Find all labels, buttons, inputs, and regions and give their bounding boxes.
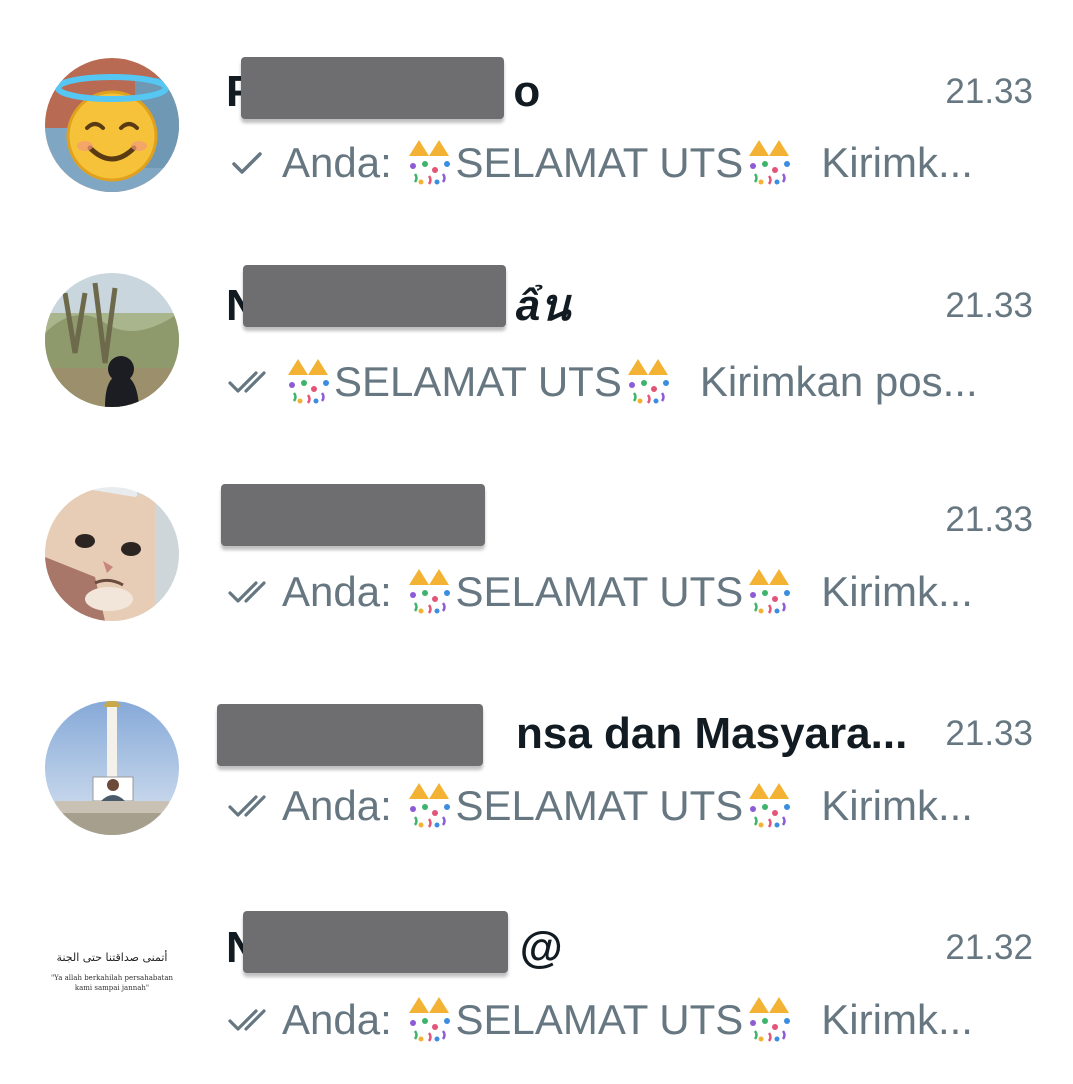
chat-time: 21.33 [945, 72, 1033, 111]
avatar-caption-line1: "Ya allah berkahilah persahabatan [50, 974, 174, 982]
avatar-caption-line2: kami sampai jannah" [74, 984, 150, 992]
avatar-arabic-text: أتمنى صداقتنا حتى الجنة [56, 951, 168, 964]
chat-row[interactable]: أتمنى صداقتنا حتى الجنة "Ya allah berkah… [0, 856, 1073, 1070]
monument-avatar-image [45, 701, 179, 835]
avatar[interactable] [45, 58, 179, 192]
landscape-avatar-image [45, 273, 179, 407]
confetti-popper-icon [743, 138, 795, 188]
sender-label: Anda: [282, 568, 392, 615]
message-text: SELAMAT UTS [455, 996, 744, 1043]
redaction-bar [217, 704, 483, 766]
confetti-popper-icon [743, 995, 795, 1045]
chat-row[interactable]: nsa dan Masyara... 21.33 Anda: SELAMAT U… [0, 642, 1073, 856]
confetti-popper-icon [743, 781, 795, 831]
chat-time: 21.33 [945, 500, 1033, 539]
confetti-popper-icon [403, 995, 455, 1045]
chat-time: 21.33 [945, 286, 1033, 325]
message-trail: Kirimk... [821, 568, 973, 615]
double-check-icon [228, 793, 268, 819]
check-icon [228, 150, 268, 176]
redaction-bar [243, 265, 506, 327]
avatar[interactable] [45, 487, 179, 621]
chat-time: 21.33 [945, 714, 1033, 753]
confetti-popper-icon [403, 138, 455, 188]
message-text: SELAMAT UTS [455, 568, 744, 615]
avatar[interactable] [45, 701, 179, 835]
confetti-popper-icon [282, 357, 334, 407]
confetti-popper-icon [743, 567, 795, 617]
sender-label: Anda: [282, 996, 392, 1043]
chat-row[interactable]: 21.33 Anda: SELAMAT UTS Kirimk... [0, 428, 1073, 642]
sender-label: Anda: [282, 782, 392, 829]
double-check-icon [228, 1007, 268, 1033]
redaction-bar [221, 484, 485, 546]
message-preview: Anda: SELAMAT UTS Kirimk... [228, 992, 973, 1048]
confetti-popper-icon [403, 781, 455, 831]
message-trail: Kirimk... [821, 139, 973, 186]
message-text: SELAMAT UTS [455, 782, 744, 829]
message-preview: Anda: SELAMAT UTS Kirimk... [228, 564, 973, 620]
redaction-bar [243, 911, 508, 973]
message-trail: Kirimkan pos... [699, 358, 978, 405]
message-trail: Kirimk... [821, 782, 973, 829]
message-text: SELAMAT UTS [334, 358, 622, 405]
message-preview: Anda: SELAMAT UTS Kirimk... [228, 135, 973, 191]
message-trail: Kirimk... [821, 996, 973, 1043]
double-check-icon [228, 579, 268, 605]
sender-label: Anda: [282, 139, 392, 186]
chat-time: 21.32 [945, 928, 1033, 967]
chat-row[interactable]: Po 21.33 Anda: SELAMAT UTS Kirimk... [0, 0, 1073, 214]
avatar[interactable]: أتمنى صداقتنا حتى الجنة "Ya allah berkah… [45, 915, 179, 1049]
avatar[interactable] [45, 273, 179, 407]
message-preview: Anda: SELAMAT UTS Kirimk... [228, 778, 973, 834]
chat-list: Po 21.33 Anda: SELAMAT UTS Kirimk... [0, 0, 1073, 1084]
message-preview: SELAMAT UTS Kirimkan pos... [228, 354, 978, 410]
chat-row[interactable]: Nẩน 21.33 SELAMAT UTS Kirimkan pos... [0, 214, 1073, 428]
redaction-bar [241, 57, 504, 119]
cat-avatar-image [45, 487, 179, 621]
message-text: SELAMAT UTS [455, 139, 744, 186]
angel-emoji-avatar-image [45, 58, 179, 192]
double-check-icon [228, 369, 268, 395]
confetti-popper-icon [403, 567, 455, 617]
confetti-popper-icon [622, 357, 674, 407]
